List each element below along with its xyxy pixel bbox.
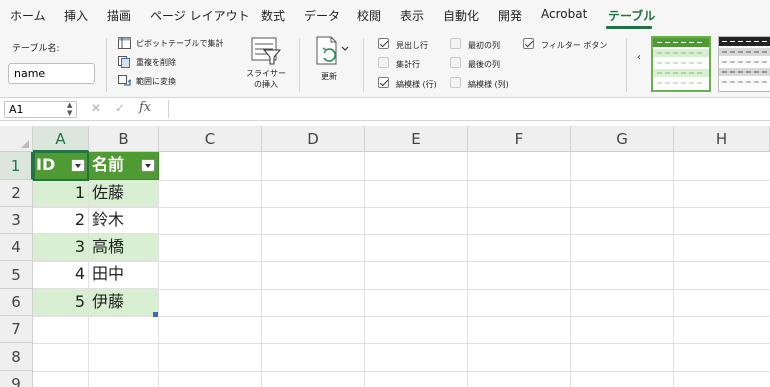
insert-function-icon[interactable]: fx <box>139 100 151 115</box>
ribbon-tab-bar: ホーム 挿入 描画 ページ レイアウト 数式 データ 校閲 表示 自動化 開発 … <box>0 0 770 30</box>
row-header-8[interactable]: 8 <box>0 343 33 371</box>
convert-to-range-button[interactable]: 範囲に変換 <box>136 76 176 87</box>
row-header-3[interactable]: 3 <box>0 207 33 234</box>
first-column-checkbox[interactable] <box>450 38 461 49</box>
column-header-f[interactable]: F <box>468 126 571 152</box>
table-cell-name[interactable]: 伊藤 <box>89 289 159 316</box>
ribbon-separator <box>299 38 300 92</box>
table-cell-name[interactable]: 高橋 <box>89 234 159 261</box>
header-row-checkbox[interactable] <box>378 38 389 49</box>
filter-button-checkbox[interactable] <box>523 38 534 49</box>
pivot-summary-button[interactable]: ピボットテーブルで集計 <box>136 38 224 49</box>
column-header-a[interactable]: A <box>33 126 89 152</box>
remove-duplicates-button[interactable]: 重複を削除 <box>136 57 176 68</box>
row-header-4[interactable]: 4 <box>0 234 33 261</box>
name-box-stepper-icon[interactable]: ▲ ▼ <box>67 101 72 117</box>
banded-columns-checkbox[interactable] <box>450 77 461 88</box>
table-cell-name[interactable]: 鈴木 <box>89 207 159 234</box>
refresh-icon <box>316 36 349 65</box>
tab-formulas[interactable]: 数式 <box>261 7 285 24</box>
table-style-green-preview <box>653 38 709 87</box>
tab-data[interactable]: データ <box>304 7 340 24</box>
column-header-g[interactable]: G <box>571 126 674 152</box>
row-header-2[interactable]: 2 <box>0 180 33 207</box>
tab-home[interactable]: ホーム <box>10 7 46 24</box>
last-column-label: 最後の列 <box>468 60 500 69</box>
select-all-button[interactable] <box>0 126 33 152</box>
slicer-icon <box>251 37 282 65</box>
gallery-prev-icon[interactable]: ‹ <box>637 52 641 63</box>
row-header-6[interactable]: 6 <box>0 289 33 316</box>
ribbon-separator <box>363 38 364 92</box>
table-style-green[interactable] <box>651 36 711 92</box>
tab-review[interactable]: 校閲 <box>357 7 381 24</box>
formula-bar: ▲▼ ✕ ✓ fx <box>0 98 770 121</box>
column-header-c[interactable]: C <box>159 126 262 152</box>
tab-table[interactable]: テーブル <box>608 7 655 24</box>
column-header-d[interactable]: D <box>262 126 365 152</box>
pivot-table-icon <box>118 37 131 49</box>
row-header-7[interactable]: 7 <box>0 316 33 343</box>
last-column-checkbox[interactable] <box>450 57 461 68</box>
tab-page-layout[interactable]: ページ レイアウト <box>150 7 250 24</box>
tab-automate[interactable]: 自動化 <box>443 7 479 24</box>
formula-input[interactable] <box>168 100 766 118</box>
table-resize-handle[interactable] <box>153 312 158 317</box>
tab-draw[interactable]: 描画 <box>107 7 131 24</box>
table-style-dark[interactable] <box>718 36 770 92</box>
table-cell-name[interactable]: 佐藤 <box>89 180 159 207</box>
filter-button-label: フィルター ボタン <box>541 41 608 50</box>
filter-dropdown-icon[interactable] <box>141 159 155 172</box>
column-header-e[interactable]: E <box>365 126 468 152</box>
row-header-9[interactable]: 9 <box>0 371 33 387</box>
refresh-button[interactable]: 更新 <box>321 71 337 82</box>
cancel-icon[interactable]: ✕ <box>91 101 101 115</box>
tab-acrobat[interactable]: Acrobat <box>541 7 587 21</box>
convert-to-range-icon <box>118 75 131 86</box>
tab-developer[interactable]: 開発 <box>498 7 522 24</box>
table-style-dark-preview <box>719 37 770 86</box>
table-name-label: テーブル名: <box>12 44 60 54</box>
total-row-checkbox[interactable] <box>378 57 389 68</box>
ribbon-separator <box>106 38 107 92</box>
table-cell-id[interactable]: 5 <box>33 289 89 316</box>
table-cell-id[interactable]: 1 <box>33 180 89 207</box>
remove-duplicates-icon <box>118 56 130 68</box>
tab-insert[interactable]: 挿入 <box>64 7 88 24</box>
tab-view[interactable]: 表示 <box>400 7 424 24</box>
filter-dropdown-icon[interactable] <box>71 159 85 172</box>
banded-rows-checkbox[interactable] <box>378 77 389 88</box>
table-header-id-label: ID <box>36 155 56 174</box>
row-header-1[interactable]: 1 <box>0 152 33 180</box>
row-header-5[interactable]: 5 <box>0 261 33 289</box>
table-cell-id[interactable]: 4 <box>33 261 89 289</box>
active-tab-indicator <box>606 26 652 29</box>
slicer-label-line1: スライサー <box>246 69 286 78</box>
table-name-input[interactable] <box>8 63 95 84</box>
header-row-label: 見出し行 <box>396 41 428 50</box>
column-header-b[interactable]: B <box>89 126 159 152</box>
banded-rows-label: 縞模様 (行) <box>396 80 437 89</box>
table-cell-id[interactable]: 3 <box>33 234 89 261</box>
table-cell-id[interactable]: 2 <box>33 207 89 234</box>
total-row-label: 集計行 <box>396 60 420 69</box>
table-cell-name[interactable]: 田中 <box>89 261 159 289</box>
slicer-label-line2: の挿入 <box>254 80 278 89</box>
banded-columns-label: 縞模様 (列) <box>468 80 509 89</box>
insert-slicer-button[interactable]: スライサー の挿入 <box>240 68 292 90</box>
ribbon: テーブル名: ピボットテーブルで集計 重複を削除 範囲に変換 スライサー の挿入 <box>0 30 770 98</box>
column-header-h[interactable]: H <box>674 126 770 152</box>
first-column-label: 最初の列 <box>468 41 500 50</box>
worksheet-grid: A B C D E F G H 1 2 3 4 5 6 7 8 9 ID 名前 … <box>0 126 770 387</box>
enter-icon[interactable]: ✓ <box>115 101 125 115</box>
ribbon-separator <box>626 38 627 92</box>
table-header-name[interactable]: 名前 <box>89 152 159 180</box>
table-header-name-label: 名前 <box>92 155 125 174</box>
table-header-id[interactable]: ID <box>33 152 89 180</box>
